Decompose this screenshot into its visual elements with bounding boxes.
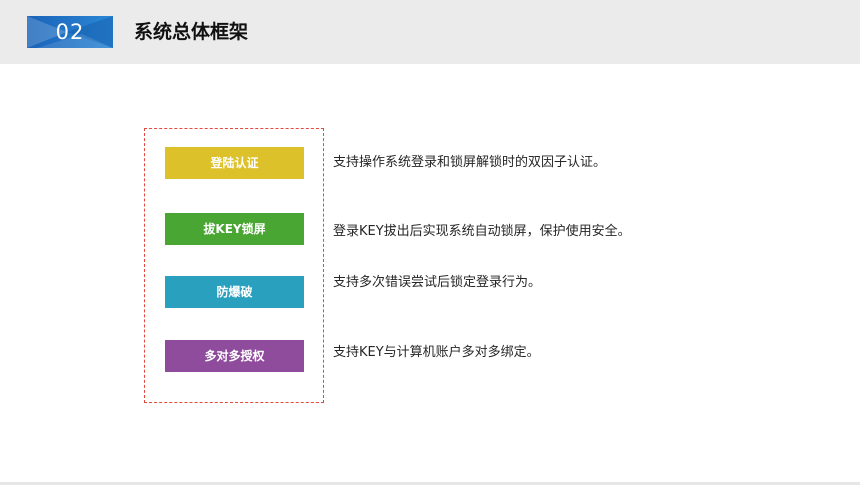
feature-desc-unplug-lock: 登录KEY拔出后实现系统自动锁屏，保护使用安全。 — [333, 224, 631, 239]
feature-desc-anti-bruteforce: 支持多次错误尝试后锁定登录行为。 — [333, 275, 542, 290]
section-number: 02 — [55, 20, 85, 44]
feature-tag-login-auth: 登陆认证 — [165, 147, 304, 179]
feature-tag-anti-bruteforce: 防爆破 — [165, 276, 304, 308]
feature-desc-login-auth: 支持操作系统登录和锁屏解锁时的双因子认证。 — [333, 155, 607, 170]
feature-desc-many-to-many: 支持KEY与计算机账户多对多绑定。 — [333, 345, 540, 360]
feature-tag-unplug-lock: 拔KEY锁屏 — [165, 213, 304, 245]
section-number-badge: 02 — [27, 16, 113, 48]
header-band — [0, 0, 860, 64]
page-title: 系统总体框架 — [134, 21, 249, 43]
feature-tag-many-to-many: 多对多授权 — [165, 340, 304, 372]
